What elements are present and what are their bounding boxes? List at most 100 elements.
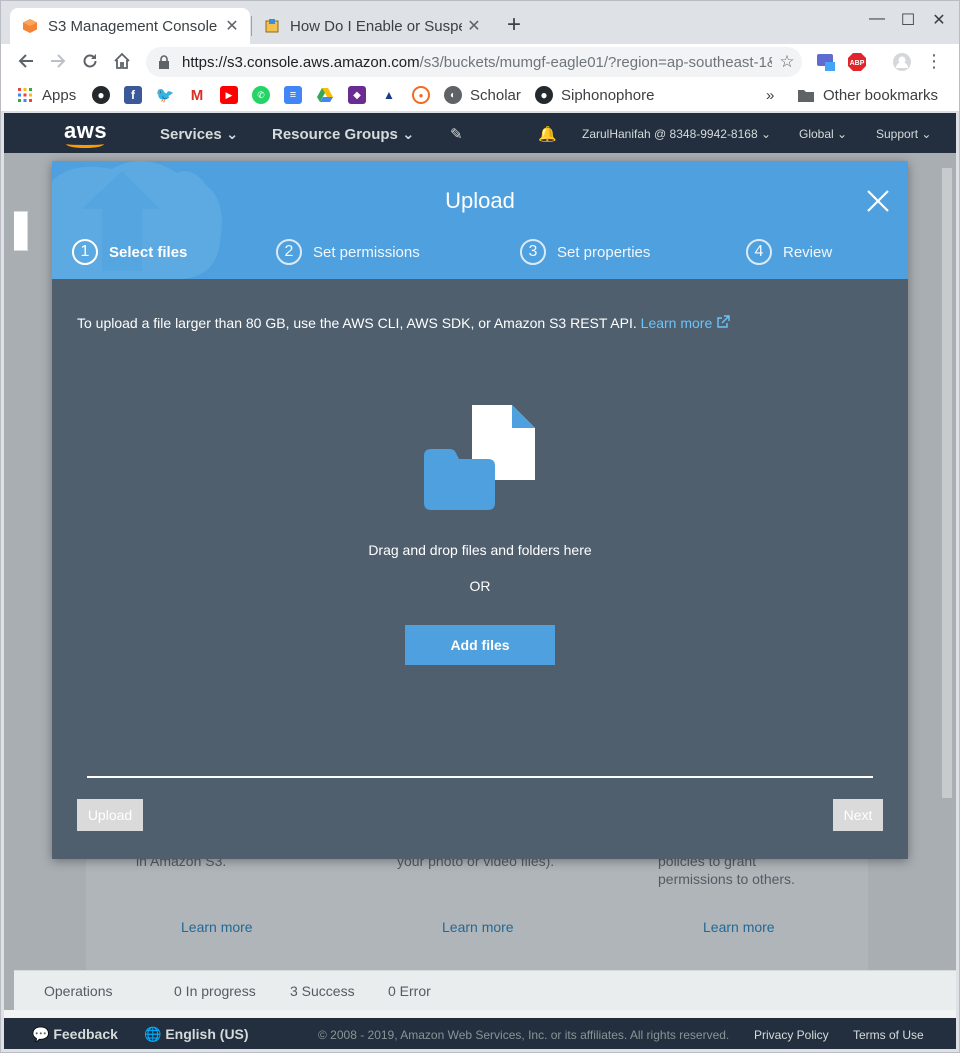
close-tab-icon[interactable]: ✕	[462, 16, 486, 36]
facebook-icon: f	[124, 86, 142, 104]
profile-avatar-icon[interactable]	[892, 52, 912, 72]
feedback-link[interactable]: 💬 Feedback	[32, 1026, 118, 1043]
browser-toolbar: https://s3.console.aws.amazon.com /s3/bu…	[0, 44, 960, 78]
bookmark-label: Other bookmarks	[823, 86, 939, 104]
adblock-icon[interactable]: ABP	[847, 52, 867, 72]
bookmark-label: Siphonophore	[561, 86, 655, 104]
close-icon[interactable]	[864, 187, 892, 215]
home-icon[interactable]	[110, 49, 134, 73]
region-menu[interactable]: Global ⌄	[799, 127, 847, 141]
cube-icon: ◆	[348, 86, 366, 104]
error-count: 0 Error	[388, 983, 431, 999]
close-tab-icon[interactable]: ✕	[220, 16, 244, 36]
bookmark-docs[interactable]: ≡	[284, 85, 302, 105]
aws-smile-icon	[66, 140, 104, 148]
resource-groups-menu[interactable]: Resource Groups ⌄	[272, 125, 415, 143]
language-selector[interactable]: 🌐 English (US)	[144, 1026, 249, 1043]
drag-drop-text: Drag and drop files and folders here	[368, 542, 592, 558]
bookmark-twitter[interactable]: 🐦	[155, 85, 175, 105]
support-menu[interactable]: Support ⌄	[876, 127, 931, 141]
footer-divider	[87, 776, 873, 778]
bookmark-pin[interactable]: ▲	[380, 85, 398, 105]
forward-icon[interactable]	[46, 49, 70, 73]
notice-text: To upload a file larger than 80 GB, use …	[77, 315, 637, 331]
services-menu[interactable]: Services ⌄	[160, 125, 238, 143]
bookmark-whatsapp[interactable]: ✆	[252, 85, 270, 105]
bookmark-scholar[interactable]: ◐ Scholar	[444, 85, 521, 105]
browser-menu-icon[interactable]: ⋮	[922, 49, 946, 73]
copyright-text: © 2008 - 2019, Amazon Web Services, Inc.…	[318, 1028, 730, 1042]
in-progress-count: 0 In progress	[174, 983, 256, 999]
bookmark-facebook[interactable]: f	[124, 85, 142, 105]
step-select-files[interactable]: 1 Select files	[72, 239, 187, 265]
drive-icon	[317, 88, 333, 102]
tab-strip: S3 Management Console ✕ How Do I Enable …	[0, 0, 960, 44]
new-tab-button[interactable]: +	[500, 12, 528, 40]
operations-bar[interactable]: Operations 0 In progress 3 Success 0 Err…	[14, 970, 956, 1010]
maximize-icon[interactable]: ☐	[893, 10, 923, 30]
bookmark-github[interactable]: ●	[92, 85, 110, 105]
bookmark-eye[interactable]: ●	[412, 85, 430, 105]
twitter-icon: 🐦	[155, 87, 175, 104]
step-set-permissions[interactable]: 2 Set permissions	[276, 239, 420, 265]
scrollbar[interactable]	[942, 168, 952, 798]
step-set-properties[interactable]: 3 Set properties	[520, 239, 650, 265]
footer: 💬 Feedback 🌐 English (US) © 2008 - 2019,…	[4, 1018, 956, 1049]
files-folder-icon	[424, 405, 535, 510]
modal-header: Upload 1 Select files 2 Set permissions …	[52, 161, 908, 279]
bookmarks-bar: Apps ● f 🐦 M ▶ ✆ ≡ ◆ ▲ ● ◐ Scholar ● Sip…	[0, 78, 960, 112]
bell-icon[interactable]: 🔔	[538, 125, 557, 143]
back-icon[interactable]	[14, 49, 38, 73]
bookmark-drive[interactable]	[316, 85, 334, 105]
whatsapp-icon: ✆	[252, 86, 270, 104]
upload-button[interactable]: Upload	[77, 799, 143, 831]
address-bar[interactable]: https://s3.console.aws.amazon.com /s3/bu…	[146, 47, 802, 77]
docs-icon: ≡	[284, 86, 302, 104]
bookmark-apps[interactable]: Apps	[16, 85, 76, 105]
github-icon: ●	[92, 86, 110, 104]
next-button[interactable]: Next	[833, 799, 883, 831]
pin-icon[interactable]: ✎	[450, 125, 463, 143]
step-number: 2	[276, 239, 302, 265]
eye-icon: ●	[412, 86, 430, 104]
external-link-icon	[717, 315, 730, 328]
or-separator: OR	[469, 578, 491, 594]
learn-more-link[interactable]: Learn more	[641, 315, 730, 331]
bookmark-other[interactable]: Other bookmarks	[797, 85, 938, 105]
svg-text:ABP: ABP	[850, 60, 865, 67]
sidebar-toggle[interactable]	[14, 211, 28, 251]
youtube-icon: ▶	[220, 86, 238, 104]
minimize-icon[interactable]: —	[862, 10, 892, 28]
globe-icon: ◐	[444, 86, 462, 104]
step-review[interactable]: 4 Review	[746, 239, 832, 265]
add-files-button[interactable]: Add files	[405, 625, 555, 665]
gmail-icon: M	[190, 86, 204, 104]
window-close-icon[interactable]: ✕	[924, 10, 954, 30]
bookmark-label: Scholar	[470, 86, 521, 104]
extension-icon[interactable]	[816, 52, 836, 72]
upload-steps: 1 Select files 2 Set permissions 3 Set p…	[52, 239, 908, 269]
privacy-policy-link[interactable]: Privacy Policy	[754, 1028, 829, 1042]
terms-of-use-link[interactable]: Terms of Use	[853, 1028, 924, 1042]
pin-icon: ▲	[383, 88, 395, 102]
bookmarks-overflow[interactable]: »	[766, 85, 774, 105]
bookmark-star-icon[interactable]: ☆	[772, 52, 802, 72]
tab-title: S3 Management Console	[48, 17, 218, 35]
bookmark-youtube[interactable]: ▶	[220, 85, 238, 105]
tab-aws-docs[interactable]: How Do I Enable or Suspe ✕	[252, 8, 492, 44]
upload-modal: Upload 1 Select files 2 Set permissions …	[52, 161, 908, 859]
account-menu[interactable]: ZarulHanifah @ 8348-9942-8168 ⌄	[582, 127, 771, 141]
tab-s3-console[interactable]: S3 Management Console ✕	[10, 8, 250, 44]
bookmark-cube[interactable]: ◆	[348, 85, 366, 105]
step-label: Review	[783, 243, 833, 261]
step-number: 4	[746, 239, 772, 265]
step-label: Select files	[109, 243, 188, 261]
modal-title: Upload	[445, 188, 515, 213]
reload-icon[interactable]	[78, 49, 102, 73]
url-host: https://s3.console.aws.amazon.com	[182, 53, 420, 71]
bookmark-siphonophore[interactable]: ● Siphonophore	[535, 85, 654, 105]
bookmark-gmail[interactable]: M	[188, 85, 206, 105]
operations-label: Operations	[44, 983, 113, 999]
success-count: 3 Success	[290, 983, 355, 999]
github-icon: ●	[535, 86, 553, 104]
